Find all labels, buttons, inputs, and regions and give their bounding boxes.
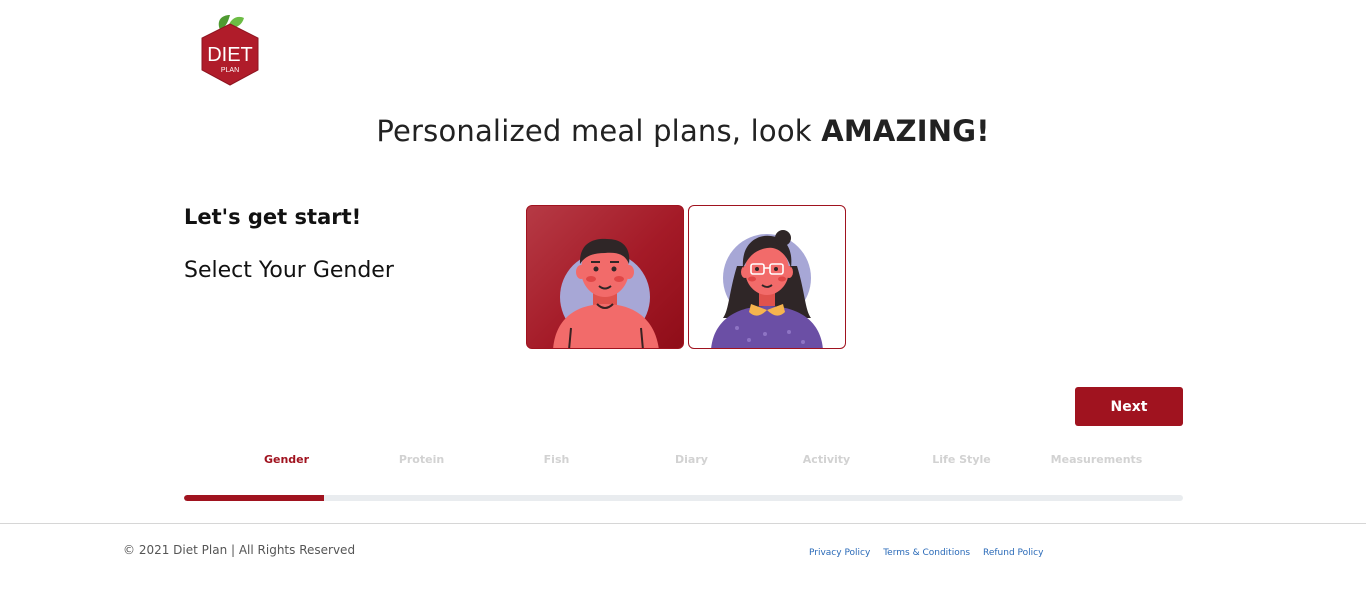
step-activity[interactable]: Activity xyxy=(759,453,894,466)
privacy-policy-link[interactable]: Privacy Policy xyxy=(809,548,870,558)
copyright-text: © 2021 Diet Plan | All Rights Reserved xyxy=(123,543,356,557)
female-avatar-icon xyxy=(711,230,823,348)
intro-heading: Let's get start! xyxy=(184,205,362,229)
refund-policy-link[interactable]: Refund Policy xyxy=(983,548,1043,558)
logo-text-diet: DIET xyxy=(207,44,253,66)
page-title-regular: Personalized meal plans, look xyxy=(376,114,822,148)
page-title-emphasis: AMAZING! xyxy=(821,114,990,148)
logo-text-plan: PLAN xyxy=(221,67,239,74)
progress-bar xyxy=(184,495,1183,501)
step-navigation: Gender Protein Fish Diary Activity Life … xyxy=(219,453,1164,469)
step-protein[interactable]: Protein xyxy=(354,453,489,466)
step-diary[interactable]: Diary xyxy=(624,453,759,466)
next-button[interactable]: Next xyxy=(1075,387,1183,426)
gender-option-female[interactable] xyxy=(688,205,846,349)
step-gender[interactable]: Gender xyxy=(219,453,354,466)
diet-plan-logo-icon: DIET PLAN xyxy=(201,15,259,86)
footer-links: Privacy Policy Terms & Conditions Refund… xyxy=(809,548,1053,558)
step-measurements[interactable]: Measurements xyxy=(1029,453,1164,466)
footer-divider xyxy=(0,523,1366,524)
select-gender-prompt: Select Your Gender xyxy=(184,258,394,283)
gender-option-male[interactable] xyxy=(526,205,684,349)
progress-bar-fill xyxy=(184,495,324,501)
terms-conditions-link[interactable]: Terms & Conditions xyxy=(883,548,970,558)
male-avatar-icon xyxy=(553,238,659,348)
diet-plan-logo[interactable]: DIET PLAN xyxy=(196,14,264,88)
step-fish[interactable]: Fish xyxy=(489,453,624,466)
step-life-style[interactable]: Life Style xyxy=(894,453,1029,466)
page-title: Personalized meal plans, look AMAZING! xyxy=(0,114,1366,148)
